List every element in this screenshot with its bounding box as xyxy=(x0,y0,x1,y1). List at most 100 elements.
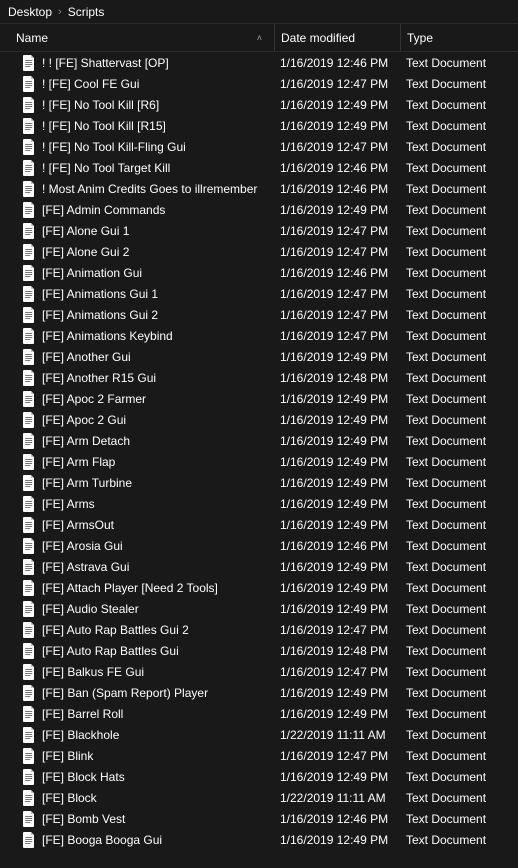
file-name-cell[interactable]: [FE] Animations Gui 1 xyxy=(0,286,274,302)
table-row[interactable]: ! [FE] No Tool Kill [R6]1/16/2019 12:49 … xyxy=(0,94,518,115)
table-row[interactable]: [FE] Animations Gui 11/16/2019 12:47 PMT… xyxy=(0,283,518,304)
file-name-cell[interactable]: [FE] Auto Rap Battles Gui xyxy=(0,643,274,659)
table-row[interactable]: [FE] Admin Commands1/16/2019 12:49 PMTex… xyxy=(0,199,518,220)
table-row[interactable]: [FE] Animation Gui1/16/2019 12:46 PMText… xyxy=(0,262,518,283)
file-name-cell[interactable]: [FE] Block Hats xyxy=(0,769,274,785)
column-header-row: Name ˄ Date modified Type xyxy=(0,24,518,52)
file-name-cell[interactable]: [FE] Arosia Gui xyxy=(0,538,274,554)
file-name-cell[interactable]: [FE] Blink xyxy=(0,748,274,764)
file-name-cell[interactable]: [FE] Animations Keybind xyxy=(0,328,274,344)
table-row[interactable]: [FE] Arosia Gui1/16/2019 12:46 PMText Do… xyxy=(0,535,518,556)
file-name-cell[interactable]: ! [FE] No Tool Kill [R15] xyxy=(0,118,274,134)
file-name-label: [FE] Astrava Gui xyxy=(42,560,129,574)
file-name-label: [FE] Animations Keybind xyxy=(42,329,173,343)
file-name-cell[interactable]: [FE] Bomb Vest xyxy=(0,811,274,827)
table-row[interactable]: ! [FE] No Tool Target Kill1/16/2019 12:4… xyxy=(0,157,518,178)
table-row[interactable]: [FE] Auto Rap Battles Gui 21/16/2019 12:… xyxy=(0,619,518,640)
table-row[interactable]: [FE] Ban (Spam Report) Player1/16/2019 1… xyxy=(0,682,518,703)
file-name-cell[interactable]: [FE] Blackhole xyxy=(0,727,274,743)
file-type-cell: Text Document xyxy=(400,430,518,451)
file-name-cell[interactable]: [FE] Arm Flap xyxy=(0,454,274,470)
file-name-cell[interactable]: [FE] Animations Gui 2 xyxy=(0,307,274,323)
file-name-cell[interactable]: [FE] Alone Gui 1 xyxy=(0,223,274,239)
file-name-cell[interactable]: [FE] Another Gui xyxy=(0,349,274,365)
file-name-cell[interactable]: [FE] Arms xyxy=(0,496,274,512)
file-name-label: [FE] Blackhole xyxy=(42,728,119,742)
file-name-cell[interactable]: [FE] Apoc 2 Farmer xyxy=(0,391,274,407)
table-row[interactable]: [FE] Auto Rap Battles Gui1/16/2019 12:48… xyxy=(0,640,518,661)
file-date-cell: 1/16/2019 12:47 PM xyxy=(274,73,400,94)
table-row[interactable]: [FE] Block Hats1/16/2019 12:49 PMText Do… xyxy=(0,766,518,787)
file-name-cell[interactable]: [FE] ArmsOut xyxy=(0,517,274,533)
table-row[interactable]: ! [FE] No Tool Kill [R15]1/16/2019 12:49… xyxy=(0,115,518,136)
file-type-cell: Text Document xyxy=(400,661,518,682)
file-name-cell[interactable]: [FE] Animation Gui xyxy=(0,265,274,281)
table-row[interactable]: [FE] Arms1/16/2019 12:49 PMText Document xyxy=(0,493,518,514)
file-name-cell[interactable]: [FE] Auto Rap Battles Gui 2 xyxy=(0,622,274,638)
file-name-cell[interactable]: ! [FE] No Tool Target Kill xyxy=(0,160,274,176)
file-name-cell[interactable]: [FE] Attach Player [Need 2 Tools] xyxy=(0,580,274,596)
breadcrumb[interactable]: Desktop › Scripts xyxy=(0,0,518,24)
file-name-cell[interactable]: [FE] Arm Turbine xyxy=(0,475,274,491)
file-name-cell[interactable]: [FE] Another R15 Gui xyxy=(0,370,274,386)
table-row[interactable]: [FE] Apoc 2 Gui1/16/2019 12:49 PMText Do… xyxy=(0,409,518,430)
table-row[interactable]: [FE] Block1/22/2019 11:11 AMText Documen… xyxy=(0,787,518,808)
table-row[interactable]: [FE] ArmsOut1/16/2019 12:49 PMText Docum… xyxy=(0,514,518,535)
text-document-icon xyxy=(22,139,36,155)
table-row[interactable]: [FE] Attach Player [Need 2 Tools]1/16/20… xyxy=(0,577,518,598)
file-name-cell[interactable]: [FE] Block xyxy=(0,790,274,806)
column-header-date-label: Date modified xyxy=(281,31,355,45)
column-header-date[interactable]: Date modified xyxy=(274,24,400,51)
file-type-cell: Text Document xyxy=(400,115,518,136)
breadcrumb-item-desktop[interactable]: Desktop xyxy=(8,5,52,19)
breadcrumb-item-scripts[interactable]: Scripts xyxy=(68,5,105,19)
file-name-label: [FE] Arm Turbine xyxy=(42,476,132,490)
table-row[interactable]: ! [FE] No Tool Kill-Fling Gui1/16/2019 1… xyxy=(0,136,518,157)
table-row[interactable]: [FE] Blackhole1/22/2019 11:11 AMText Doc… xyxy=(0,724,518,745)
table-row[interactable]: ! Most Anim Credits Goes to illremember1… xyxy=(0,178,518,199)
file-name-cell[interactable]: [FE] Audio Stealer xyxy=(0,601,274,617)
table-row[interactable]: [FE] Animations Gui 21/16/2019 12:47 PMT… xyxy=(0,304,518,325)
table-row[interactable]: ! [FE] Cool FE Gui1/16/2019 12:47 PMText… xyxy=(0,73,518,94)
file-name-cell[interactable]: [FE] Balkus FE Gui xyxy=(0,664,274,680)
file-name-cell[interactable]: ! Most Anim Credits Goes to illremember xyxy=(0,181,274,197)
file-date-cell: 1/16/2019 12:49 PM xyxy=(274,94,400,115)
table-row[interactable]: [FE] Balkus FE Gui1/16/2019 12:47 PMText… xyxy=(0,661,518,682)
table-row[interactable]: [FE] Astrava Gui1/16/2019 12:49 PMText D… xyxy=(0,556,518,577)
table-row[interactable]: [FE] Another R15 Gui1/16/2019 12:48 PMTe… xyxy=(0,367,518,388)
file-name-cell[interactable]: [FE] Barrel Roll xyxy=(0,706,274,722)
table-row[interactable]: [FE] Arm Turbine1/16/2019 12:49 PMText D… xyxy=(0,472,518,493)
table-row[interactable]: [FE] Alone Gui 21/16/2019 12:47 PMText D… xyxy=(0,241,518,262)
table-row[interactable]: [FE] Booga Booga Gui1/16/2019 12:49 PMTe… xyxy=(0,829,518,850)
text-document-icon xyxy=(22,538,36,554)
file-name-cell[interactable]: ! [FE] No Tool Kill-Fling Gui xyxy=(0,139,274,155)
file-name-cell[interactable]: [FE] Alone Gui 2 xyxy=(0,244,274,260)
file-name-cell[interactable]: [FE] Astrava Gui xyxy=(0,559,274,575)
table-row[interactable]: [FE] Apoc 2 Farmer1/16/2019 12:49 PMText… xyxy=(0,388,518,409)
file-name-label: [FE] Blink xyxy=(42,749,93,763)
table-row[interactable]: [FE] Arm Detach1/16/2019 12:49 PMText Do… xyxy=(0,430,518,451)
file-date-cell: 1/16/2019 12:49 PM xyxy=(274,682,400,703)
table-row[interactable]: [FE] Blink1/16/2019 12:47 PMText Documen… xyxy=(0,745,518,766)
file-name-cell[interactable]: [FE] Admin Commands xyxy=(0,202,274,218)
file-name-cell[interactable]: ! ! [FE] Shattervast [OP] xyxy=(0,55,274,71)
table-row[interactable]: [FE] Bomb Vest1/16/2019 12:46 PMText Doc… xyxy=(0,808,518,829)
file-list[interactable]: ! ! [FE] Shattervast [OP]1/16/2019 12:46… xyxy=(0,52,518,868)
table-row[interactable]: [FE] Animations Keybind1/16/2019 12:47 P… xyxy=(0,325,518,346)
file-name-cell[interactable]: [FE] Ban (Spam Report) Player xyxy=(0,685,274,701)
file-name-cell[interactable]: [FE] Arm Detach xyxy=(0,433,274,449)
column-header-name[interactable]: Name ˄ xyxy=(0,24,274,51)
table-row[interactable]: ! ! [FE] Shattervast [OP]1/16/2019 12:46… xyxy=(0,52,518,73)
table-row[interactable]: [FE] Alone Gui 11/16/2019 12:47 PMText D… xyxy=(0,220,518,241)
file-name-cell[interactable]: ! [FE] No Tool Kill [R6] xyxy=(0,97,274,113)
table-row[interactable]: [FE] Audio Stealer1/16/2019 12:49 PMText… xyxy=(0,598,518,619)
table-row[interactable]: [FE] Arm Flap1/16/2019 12:49 PMText Docu… xyxy=(0,451,518,472)
table-row[interactable]: [FE] Barrel Roll1/16/2019 12:49 PMText D… xyxy=(0,703,518,724)
file-name-cell[interactable]: ! [FE] Cool FE Gui xyxy=(0,76,274,92)
file-name-label: [FE] Animations Gui 1 xyxy=(42,287,158,301)
table-row[interactable]: [FE] Another Gui1/16/2019 12:49 PMText D… xyxy=(0,346,518,367)
file-name-cell[interactable]: [FE] Apoc 2 Gui xyxy=(0,412,274,428)
column-header-type[interactable]: Type xyxy=(400,24,518,51)
text-document-icon xyxy=(22,202,36,218)
file-name-cell[interactable]: [FE] Booga Booga Gui xyxy=(0,832,274,848)
